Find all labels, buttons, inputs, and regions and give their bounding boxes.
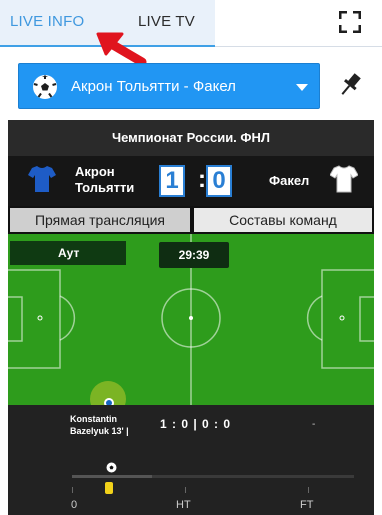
match-timeline: Konstantin Bazelyuk 13' | 1 : 0 | 0 : 0 … [8, 405, 374, 515]
away-jersey-icon [330, 165, 358, 193]
match-select-label: Акрон Тольятти - Факел [71, 78, 236, 95]
tab-bar: LIVE INFO LIVE TV [0, 0, 382, 48]
league-title: Чемпионат России. ФНЛ [8, 120, 374, 156]
pin-icon[interactable] [337, 71, 363, 99]
timeline-tick [185, 487, 186, 493]
home-score: 1 [159, 165, 185, 197]
soccer-ball-icon [33, 75, 57, 99]
timeline-start-label: 0 [71, 499, 78, 511]
timeline-ht-label: HT [176, 499, 191, 511]
tab-live-stream[interactable]: Прямая трансляция [10, 208, 190, 232]
goal-scorer-line1: Konstantin [70, 414, 117, 424]
home-jersey-icon [28, 166, 56, 192]
match-clock: 29:39 [159, 242, 229, 268]
event-label: Аут [10, 241, 126, 265]
match-select-dropdown[interactable]: Акрон Тольятти - Факел [18, 63, 320, 109]
goal-scorer: Konstantin Bazelyuk 13' | [70, 413, 129, 437]
away-score: 0 [206, 165, 232, 197]
timeline-progress [72, 475, 152, 478]
caret-down-icon [296, 84, 308, 91]
home-team-name-line2: Тольятти [75, 180, 135, 195]
tab-live-info-label[interactable]: LIVE INFO [10, 13, 84, 30]
match-widget: Чемпионат России. ФНЛ Акрон Тольятти 1 :… [8, 120, 374, 515]
goal-scorer-line2: Bazelyuk 13' | [70, 426, 129, 436]
expand-icon[interactable] [339, 11, 361, 33]
goal-ball-icon [106, 462, 117, 473]
home-team-name: Акрон Тольятти [75, 164, 134, 196]
timeline-ft-label: FT [300, 499, 314, 511]
timeline-tick [72, 487, 73, 493]
away-team-name: Факел [269, 173, 310, 188]
away-events-placeholder: - [312, 419, 316, 430]
score-separator: : [198, 166, 206, 193]
home-team-name-line1: Акрон [75, 164, 115, 179]
timeline-tick [308, 487, 309, 493]
tab-lineups[interactable]: Составы команд [194, 208, 372, 232]
goal-marker [105, 482, 113, 494]
half-scoreline: 1 : 0 | 0 : 0 [160, 417, 232, 431]
widget-subtabs: Прямая трансляция Составы команд [8, 206, 374, 234]
live-widget-page: LIVE INFO LIVE TV Акрон Тольятти - Факел… [0, 0, 382, 515]
scoreboard: Акрон Тольятти 1 : 0 Факел [8, 156, 374, 206]
